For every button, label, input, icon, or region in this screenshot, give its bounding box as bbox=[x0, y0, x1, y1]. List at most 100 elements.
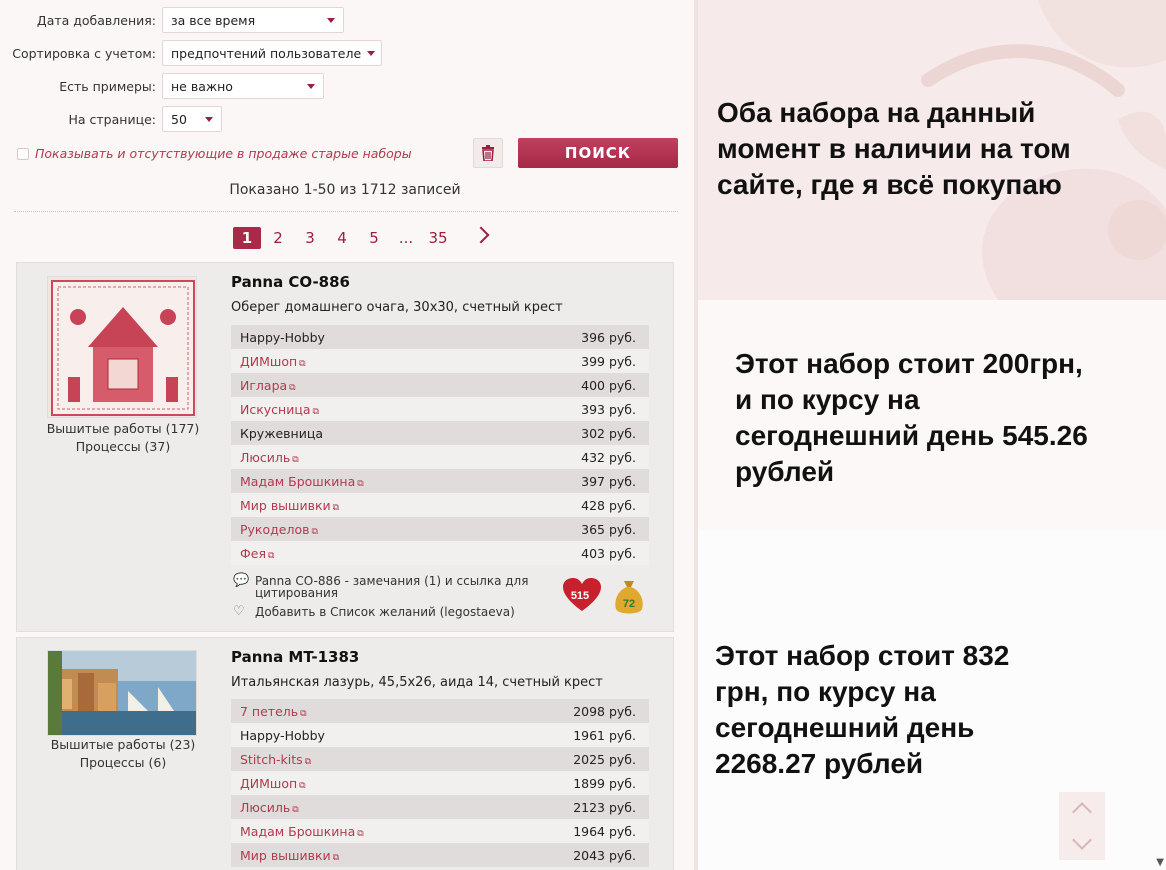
next-page-icon[interactable] bbox=[472, 226, 490, 244]
kit-image[interactable] bbox=[47, 650, 197, 736]
chevron-down-icon bbox=[319, 8, 343, 32]
page-35[interactable]: 35 bbox=[426, 227, 450, 249]
offer-price: 2123 руб. bbox=[573, 799, 636, 815]
kit-image[interactable] bbox=[47, 276, 197, 418]
scroll-up-button[interactable] bbox=[1059, 792, 1105, 826]
wishlist-text: Добавить в Список желаний (legostaeva) bbox=[255, 605, 515, 619]
filter-sort-row: Сортировка с учетом: bbox=[0, 40, 156, 66]
offer-row: Рукоделов 365 руб. bbox=[231, 517, 649, 541]
shop-link[interactable]: Люсиль bbox=[240, 450, 299, 465]
per-page-select[interactable]: 50 bbox=[162, 106, 222, 132]
annotation-text-3: Этот набор стоит 832 грн, по курсу на се… bbox=[715, 640, 1010, 779]
offer-row: 7 петель 2098 руб. bbox=[231, 699, 649, 723]
results-info: Показано 1-50 из 1712 записей bbox=[229, 182, 461, 198]
shop-link[interactable]: Stitch-kits bbox=[240, 752, 311, 767]
shop-link[interactable]: Иглара bbox=[240, 378, 296, 393]
offer-row: Люсиль 2123 руб. bbox=[231, 795, 649, 819]
offer-price: 2098 руб. bbox=[573, 703, 636, 719]
offer-price: 400 руб. bbox=[581, 377, 636, 393]
examples-select-value: не важно bbox=[171, 78, 233, 94]
offer-price: 302 руб. bbox=[581, 425, 636, 441]
scrollbar-arrow-icon[interactable]: ▼ bbox=[1156, 857, 1164, 868]
offer-row: Иглара 400 руб. bbox=[231, 373, 649, 397]
processes-link[interactable]: Процессы (6) bbox=[33, 754, 213, 772]
sort-select-value: предпочтений пользователей bbox=[171, 45, 370, 61]
kit-title[interactable]: Panna MT-1383 bbox=[231, 648, 359, 666]
catalog-panel: Дата добавления: за все время Сортировка… bbox=[0, 0, 696, 870]
page-1[interactable]: 1 bbox=[233, 227, 261, 249]
shop-link[interactable]: Искусница bbox=[240, 402, 319, 417]
annotation-text-2: Этот набор стоит 200грн, и по курсу на с… bbox=[735, 348, 1088, 487]
reset-button[interactable] bbox=[473, 138, 503, 168]
works-link[interactable]: Вышитые работы (23) bbox=[33, 736, 213, 754]
shop-name: Кружевница bbox=[240, 425, 323, 441]
shop-link[interactable]: Мир вышивки bbox=[240, 498, 339, 513]
kit-title[interactable]: Panna CO-886 bbox=[231, 273, 350, 291]
page-2[interactable]: 2 bbox=[268, 227, 288, 249]
shop-link[interactable]: Фея bbox=[240, 546, 274, 561]
page-ellipsis: ... bbox=[398, 229, 414, 247]
annotation-text-1: Оба набора на данный момент в наличии на… bbox=[717, 97, 1071, 200]
works-link[interactable]: Вышитые работы (177) bbox=[33, 420, 213, 438]
kit-card: Вышитые работы (23) Процессы (6) Panna M… bbox=[16, 637, 674, 870]
page-5[interactable]: 5 bbox=[364, 227, 384, 249]
search-button[interactable]: ПОИСК bbox=[518, 138, 678, 168]
shop-link[interactable]: ДИМшоп bbox=[240, 354, 306, 369]
sort-select[interactable]: предпочтений пользователей bbox=[162, 40, 382, 66]
offer-price: 2025 руб. bbox=[573, 751, 636, 767]
date-select[interactable]: за все время bbox=[162, 7, 344, 33]
offer-row: Happy-Hobby 396 руб. bbox=[231, 325, 649, 349]
offer-price: 399 руб. bbox=[581, 353, 636, 369]
page-3[interactable]: 3 bbox=[300, 227, 320, 249]
shop-link[interactable]: Мадам Брошкина bbox=[240, 474, 364, 489]
offer-row: Мадам Брошкина 1964 руб. bbox=[231, 819, 649, 843]
offer-row: Фея 403 руб. bbox=[231, 541, 649, 565]
shop-name: Happy-Hobby bbox=[240, 727, 325, 743]
shop-link[interactable]: Мадам Брошкина bbox=[240, 824, 364, 839]
kit-description: Итальянская лазурь, 45,5х26, аида 14, сч… bbox=[231, 675, 603, 690]
filter-date-label: Дата добавления: bbox=[36, 12, 156, 28]
offer-row: Stitch-kits 2025 руб. bbox=[231, 747, 649, 771]
page-4[interactable]: 4 bbox=[332, 227, 352, 249]
offers-list: 7 петель 2098 руб. Happy-Hobby 1961 руб. S… bbox=[231, 699, 649, 867]
per-page-select-value: 50 bbox=[171, 111, 187, 127]
filter-sort-label: Сортировка с учетом: bbox=[12, 45, 156, 61]
examples-select[interactable]: не важно bbox=[162, 73, 324, 99]
shop-link[interactable]: Мир вышивки bbox=[240, 848, 339, 863]
comments-link[interactable]: 💬 Panna CO-886 - замечания (1) и ссылка … bbox=[233, 574, 553, 599]
offer-price: 432 руб. bbox=[581, 449, 636, 465]
bag-badge[interactable]: 72 bbox=[612, 577, 646, 617]
kit-card: Вышитые работы (177) Процессы (37) Panna… bbox=[16, 262, 674, 632]
offer-price: 1899 руб. bbox=[573, 775, 636, 791]
offer-price: 397 руб. bbox=[581, 473, 636, 489]
show-old-checkbox[interactable] bbox=[17, 148, 29, 160]
offer-price: 2043 руб. bbox=[573, 847, 636, 863]
shop-link[interactable]: 7 петель bbox=[240, 704, 307, 719]
filter-date-row: Дата добавления: bbox=[0, 7, 156, 33]
offers-list: Happy-Hobby 396 руб. ДИМшоп 399 руб. Иглар… bbox=[231, 325, 649, 565]
processes-link[interactable]: Процессы (37) bbox=[33, 438, 213, 456]
chevron-up-icon bbox=[1072, 802, 1092, 822]
shop-link[interactable]: Рукоделов bbox=[240, 522, 318, 537]
offer-row: Кружевница 302 руб. bbox=[231, 421, 649, 445]
kit-meta: Вышитые работы (23) Процессы (6) bbox=[33, 736, 213, 772]
offer-row: Мир вышивки 428 руб. bbox=[231, 493, 649, 517]
offer-row: Мадам Брошкина 397 руб. bbox=[231, 469, 649, 493]
shop-link[interactable]: Люсиль bbox=[240, 800, 299, 815]
annotation-panel: Оба набора на данный момент в наличии на… bbox=[698, 0, 1166, 870]
wishlist-link[interactable]: ♡ Добавить в Список желаний (legostaeva) bbox=[233, 605, 553, 619]
kit-image-graphic bbox=[48, 651, 196, 735]
kit-meta: Вышитые работы (177) Процессы (37) bbox=[33, 420, 213, 456]
offer-row: ДИМшоп 1899 руб. bbox=[231, 771, 649, 795]
shop-link[interactable]: ДИМшоп bbox=[240, 776, 306, 791]
shop-name: Happy-Hobby bbox=[240, 329, 325, 345]
offer-row: Мир вышивки 2043 руб. bbox=[231, 843, 649, 867]
show-old-label[interactable]: Показывать и отсутствующие в продаже ста… bbox=[35, 146, 412, 161]
scroll-down-button[interactable] bbox=[1059, 826, 1105, 860]
likes-badge[interactable]: 515 bbox=[562, 577, 602, 613]
filter-examples-label: Есть примеры: bbox=[59, 78, 156, 94]
offer-row: Люсиль 432 руб. bbox=[231, 445, 649, 469]
money-bag-icon: 72 bbox=[615, 581, 643, 614]
offer-price: 1964 руб. bbox=[573, 823, 636, 839]
date-select-value: за все время bbox=[171, 12, 256, 28]
